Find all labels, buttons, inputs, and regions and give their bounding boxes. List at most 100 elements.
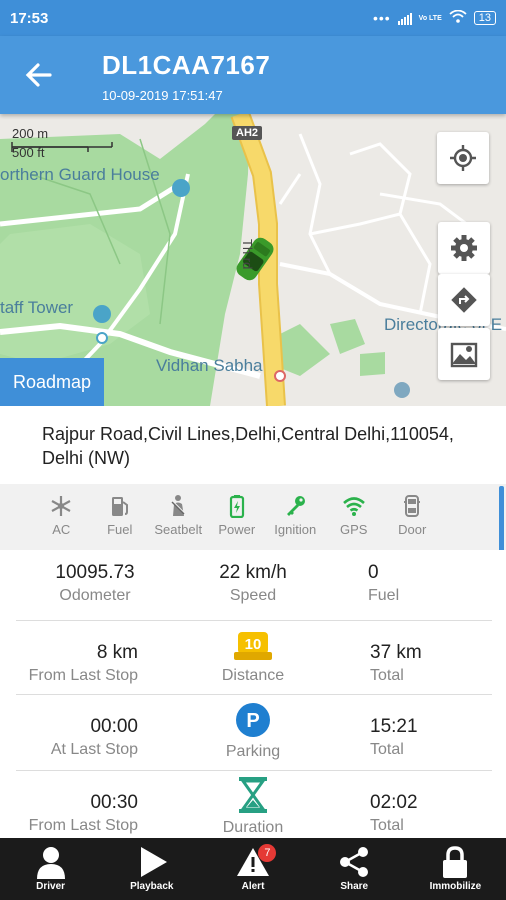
wifi-status-icon bbox=[449, 9, 467, 26]
back-button[interactable] bbox=[22, 58, 56, 92]
total-duration-value: 02:02 bbox=[370, 792, 418, 813]
share-icon bbox=[340, 847, 369, 877]
nav-label: Playback bbox=[130, 881, 174, 892]
hourglass-icon bbox=[239, 777, 267, 813]
at-last-stop-label: At Last Stop bbox=[50, 741, 138, 758]
fuel-cell: 0 Fuel bbox=[368, 562, 428, 605]
duration-from-stop-label: From Last Stop bbox=[28, 817, 138, 834]
from-last-stop-value: 8 km bbox=[96, 642, 138, 663]
status-fuel: Fuel bbox=[91, 494, 150, 550]
map-layers-icon bbox=[450, 342, 478, 368]
lock-icon bbox=[443, 846, 468, 878]
status-label: Fuel bbox=[107, 522, 133, 537]
map-label-road: Th rd bbox=[240, 239, 255, 270]
nav-alert[interactable]: 7 Alert bbox=[202, 838, 303, 900]
speed-label: Speed bbox=[229, 587, 277, 604]
status-power: Power bbox=[208, 494, 267, 550]
total-duration-cell: 02:02 Total bbox=[370, 792, 450, 835]
nav-driver[interactable]: Driver bbox=[0, 838, 101, 900]
status-door: Door bbox=[383, 494, 442, 550]
vehicle-number: DL1CAA7167 bbox=[102, 50, 271, 80]
battery-icon bbox=[229, 495, 244, 518]
signal-icon bbox=[397, 12, 412, 25]
total-parking-cell: 15:21 Total bbox=[370, 716, 450, 759]
status-label: Door bbox=[398, 522, 427, 537]
door-icon bbox=[404, 495, 421, 517]
play-icon bbox=[140, 847, 167, 877]
snowflake-icon bbox=[51, 496, 71, 516]
total-distance-value: 37 km bbox=[370, 642, 422, 663]
divider bbox=[16, 770, 492, 771]
odometer-label: Odometer bbox=[59, 587, 131, 604]
roadmap-button[interactable]: Roadmap bbox=[0, 358, 104, 406]
arrow-left-icon bbox=[25, 63, 52, 87]
map-label-vidhan-sabha: Vidhan Sabha bbox=[156, 356, 263, 375]
map-label-guard-house: orthern Guard House bbox=[0, 165, 160, 184]
total-duration-label: Total bbox=[370, 817, 404, 834]
odometer-badge-icon: 10 bbox=[234, 632, 272, 660]
vehicle-status-row: AC Fuel Seatbelt Power Ignition GPS Door bbox=[0, 484, 506, 550]
fuel-pump-icon bbox=[111, 497, 128, 516]
map-layers-button[interactable] bbox=[438, 328, 490, 380]
from-last-stop-cell: 8 km From Last Stop bbox=[14, 642, 138, 685]
nav-playback[interactable]: Playback bbox=[101, 838, 202, 900]
map-view[interactable]: 200 m 500 ft AH2 orthern Guard House taf… bbox=[0, 114, 506, 406]
stats-row-distance: 8 km From Last Stop 10 Distance 37 km To… bbox=[0, 622, 506, 696]
battery-icon: 13 bbox=[473, 11, 496, 25]
bottom-navigation: Driver Playback 7 Alert Share Immobilize bbox=[0, 838, 506, 900]
locate-button[interactable] bbox=[437, 132, 489, 184]
map-label-staff-tower: taff Tower bbox=[0, 298, 74, 317]
alert-count-badge: 7 bbox=[258, 844, 277, 862]
odometer-value: 10095.73 bbox=[55, 562, 135, 583]
status-ac: AC bbox=[32, 494, 91, 550]
total-parking-value: 15:21 bbox=[370, 716, 418, 737]
status-label: Ignition bbox=[274, 522, 317, 537]
key-icon bbox=[287, 496, 306, 516]
duration-cell: Duration bbox=[193, 776, 313, 837]
app-bar: DL1CAA7167 10-09-2019 17:51:47 bbox=[0, 36, 506, 114]
app-screen: 17:53 ••• Vo LTE 13 DL1CAA7167 10-09-201… bbox=[0, 0, 506, 900]
directions-button[interactable] bbox=[438, 274, 490, 326]
scale-imperial: 500 ft bbox=[12, 145, 45, 160]
odometer-cell: 10095.73 Odometer bbox=[30, 562, 160, 605]
at-last-stop-value: 00:00 bbox=[90, 716, 138, 737]
fuel-value: 0 bbox=[368, 562, 379, 583]
directions-icon bbox=[451, 287, 477, 313]
parking-label: Parking bbox=[225, 743, 281, 760]
status-time: 17:53 bbox=[10, 9, 49, 27]
status-bar: 17:53 ••• Vo LTE 13 bbox=[0, 0, 506, 36]
status-label: AC bbox=[52, 522, 71, 537]
distance-badge: 10 bbox=[245, 636, 262, 653]
nav-share[interactable]: Share bbox=[304, 838, 405, 900]
status-gps: GPS bbox=[325, 494, 384, 550]
status-ignition: Ignition bbox=[266, 494, 325, 550]
divider bbox=[16, 694, 492, 695]
locate-icon bbox=[450, 145, 476, 171]
distance-cell: 10 Distance bbox=[193, 628, 313, 685]
dots-icon: ••• bbox=[372, 10, 391, 26]
network-label: Vo LTE bbox=[418, 14, 442, 22]
vehicle-address: Rajpur Road,Civil Lines,Delhi,Central De… bbox=[0, 406, 506, 484]
duration-from-stop-cell: 00:30 From Last Stop bbox=[14, 792, 138, 835]
nav-immobilize[interactable]: Immobilize bbox=[405, 838, 506, 900]
trip-stats: 10095.73 Odometer 22 km/h Speed 0 Fuel 8… bbox=[0, 550, 506, 838]
distance-label: Distance bbox=[221, 667, 285, 684]
last-update-time: 10-09-2019 17:51:47 bbox=[102, 88, 223, 103]
speed-cell: 22 km/h Speed bbox=[188, 562, 318, 605]
from-last-stop-label: From Last Stop bbox=[28, 667, 138, 684]
status-seatbelt: Seatbelt bbox=[149, 494, 208, 550]
stats-row-parking: 00:00 At Last Stop P Parking 15:21 Total bbox=[0, 700, 506, 774]
scale-metric: 200 m bbox=[12, 126, 49, 141]
divider bbox=[16, 620, 492, 621]
status-icons: ••• Vo LTE 13 bbox=[372, 9, 496, 26]
duration-label: Duration bbox=[222, 819, 284, 836]
total-parking-label: Total bbox=[370, 741, 404, 758]
total-distance-label: Total bbox=[370, 667, 404, 684]
fuel-label: Fuel bbox=[368, 587, 400, 604]
duration-from-stop-value: 00:30 bbox=[90, 792, 138, 813]
map-settings-button[interactable] bbox=[438, 222, 490, 274]
seatbelt-icon bbox=[171, 495, 186, 516]
speed-value: 22 km/h bbox=[219, 562, 287, 583]
nav-label: Driver bbox=[36, 881, 66, 892]
nav-label: Alert bbox=[241, 881, 265, 892]
